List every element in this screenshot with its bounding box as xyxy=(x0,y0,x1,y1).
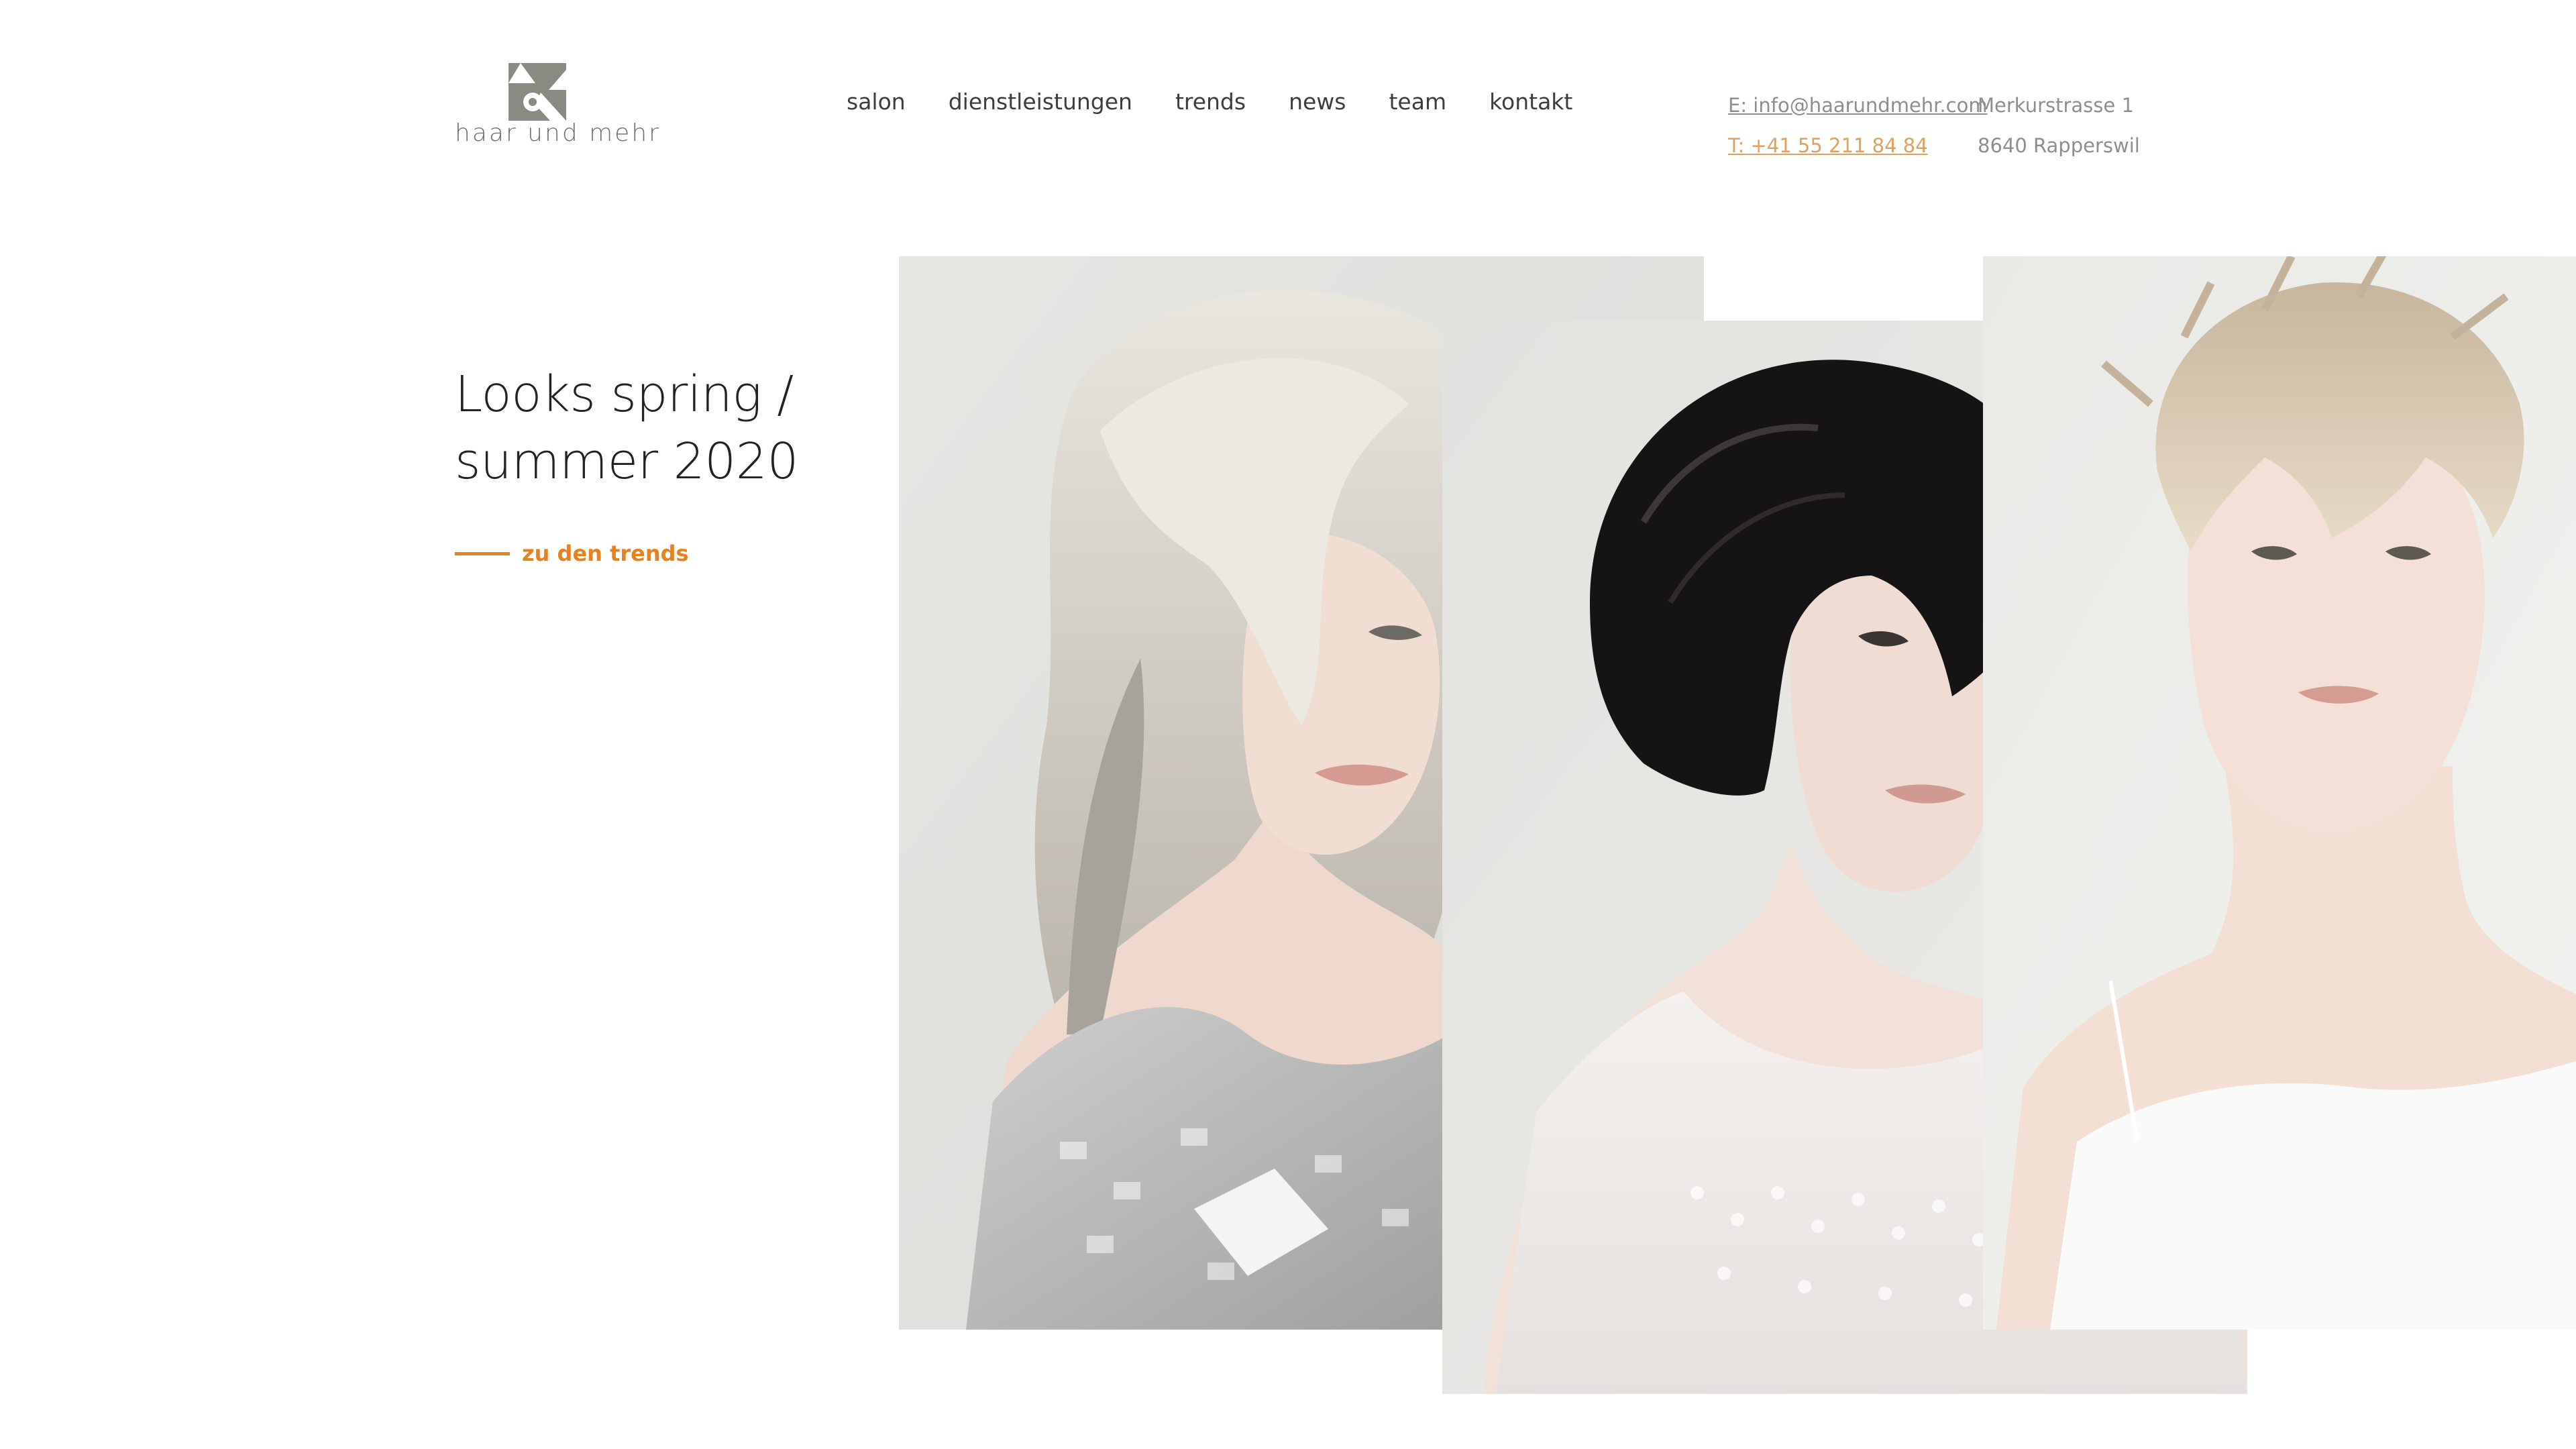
cta-label: zu den trends xyxy=(522,541,689,566)
hero-title-line-2: summer 2020 xyxy=(455,433,798,490)
hero-title: Looks spring / summer 2020 xyxy=(455,361,830,495)
main-nav: salon dienstleistungen trends news team … xyxy=(847,89,1572,115)
contact-email-link[interactable]: E: info@haarundmehr.com xyxy=(1728,94,1988,117)
gallery-photo-blonde-pixie[interactable] xyxy=(1983,256,2576,1330)
cta-line-decoration xyxy=(455,551,510,555)
nav-item-salon[interactable]: salon xyxy=(847,89,906,115)
nav-item-team[interactable]: team xyxy=(1389,89,1446,115)
nav-item-news[interactable]: news xyxy=(1289,89,1346,115)
contact-phone-link[interactable]: T: +41 55 211 84 84 xyxy=(1728,134,1928,157)
ampersand-icon xyxy=(508,63,566,121)
nav-item-trends[interactable]: trends xyxy=(1175,89,1246,115)
nav-item-kontakt[interactable]: kontakt xyxy=(1489,89,1572,115)
logo-text: haar und mehr xyxy=(455,119,661,147)
hero-title-line-1: Looks spring / xyxy=(455,366,794,423)
contact-street: Merkurstrasse 1 xyxy=(1978,94,2134,117)
contact-city: 8640 Rapperswil xyxy=(1978,134,2140,157)
page: haar und mehr salon dienstleistungen tre… xyxy=(0,0,2576,1449)
nav-item-dienstleistungen[interactable]: dienstleistungen xyxy=(949,89,1132,115)
photo-illustration xyxy=(1983,256,2576,1330)
trends-cta-link[interactable]: zu den trends xyxy=(455,541,689,566)
logo[interactable]: haar und mehr xyxy=(455,62,659,153)
